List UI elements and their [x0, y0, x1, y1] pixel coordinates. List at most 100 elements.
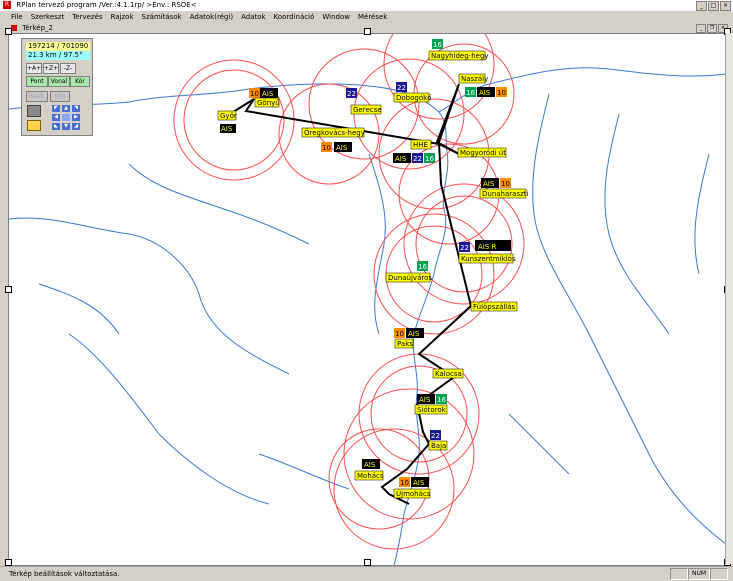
station-mohacs-label: Mohács: [357, 472, 384, 480]
station-kunszent-label: Kunszentmiklós: [461, 255, 516, 263]
info-button[interactable]: Info: [50, 91, 70, 102]
station-baja-label: Baja: [431, 442, 446, 450]
station-gyor-label: Győr: [220, 111, 237, 120]
coordinate-readout: 197214 / 701090: [26, 42, 90, 51]
circle-mode-button[interactable]: Kör: [70, 76, 90, 87]
station-hhe-label: HHE: [413, 141, 428, 149]
menu-window[interactable]: Window: [318, 11, 354, 23]
menu-adatok[interactable]: Adatok: [237, 11, 269, 23]
map-tool-panel: 197214 / 701090 21.3 km / 97.5° +A+ +Z+ …: [21, 38, 93, 136]
station-gonyu-ch10: 10: [250, 90, 259, 98]
station-hhe-ais: AIS: [395, 155, 407, 163]
pan-down-left-icon[interactable]: ◣: [52, 123, 60, 130]
menu-koordinacio[interactable]: Koordináció: [270, 11, 319, 23]
app-title-bar: R RPlan tervező program /Ver.:4.1.1rp/ >…: [0, 0, 733, 11]
station-ujmohacs-label: Újmohács: [396, 489, 431, 498]
map-canvas[interactable]: Győr AIS 10 AIS Gönyű Öregkovács-hegy 10…: [8, 33, 727, 566]
station-naszaly-ch10: 10: [497, 89, 506, 97]
status-num-indicator: NUM: [688, 568, 710, 580]
station-mohacs-ais: AIS: [364, 461, 376, 469]
resize-handle-tl[interactable]: [5, 28, 12, 35]
menu-rajzok[interactable]: Rajzok: [107, 11, 138, 23]
resize-handle-ml[interactable]: [5, 286, 12, 293]
scale-readout: 21.3 km / 97.5°: [26, 51, 90, 60]
station-dunaujvaros-label: Dunaújváros: [388, 274, 432, 282]
resize-handle-bl[interactable]: [5, 559, 12, 566]
menu-bar: File Szerkeszt Tervezés Rajzok Számításo…: [0, 11, 733, 23]
station-ujmohacs-ch10: 10: [400, 479, 409, 487]
station-kunszent-ch22: 22: [460, 244, 469, 252]
station-hhe-ch16: 16: [425, 155, 434, 163]
resize-handle-tc[interactable]: [364, 28, 371, 35]
station-paks-ais: AIS: [408, 330, 420, 338]
menu-szamitasok[interactable]: Számítások: [138, 11, 186, 23]
line-mode-button[interactable]: Vonal: [48, 76, 70, 87]
station-gerecse-label: Gerecse: [353, 106, 382, 114]
child-minimize-icon[interactable]: _: [696, 24, 706, 33]
app-icon: R: [3, 1, 11, 9]
river-network: [9, 67, 726, 565]
zoom-out-button[interactable]: -Z-: [60, 63, 76, 74]
station-gyor-ais: AIS: [221, 125, 233, 133]
status-bar: Térkép beállítások változtatása. NUM: [0, 566, 733, 581]
window-controls: _ □ ×: [696, 1, 731, 11]
menu-file[interactable]: File: [0, 11, 27, 23]
station-paks-label: Paks: [397, 340, 413, 348]
pan-left-icon[interactable]: ◀: [52, 114, 60, 121]
station-nagyhideg-ch16: 16: [433, 41, 442, 49]
zoom-all-button[interactable]: +A+: [26, 63, 42, 74]
station-hhe-ch22: 22: [413, 155, 422, 163]
station-gonyu-label: Gönyű: [257, 98, 280, 107]
station-fulopszallas-label: Fülöpszállás: [473, 303, 516, 311]
child-window-title: Térkép_2: [22, 24, 54, 32]
station-siotorok-ch16: 16: [437, 396, 446, 404]
station-dobogoko-ch22: 22: [397, 84, 406, 92]
station-dunaharaszti-ch10: 10: [501, 180, 510, 188]
menu-szerkeszt[interactable]: Szerkeszt: [27, 11, 68, 23]
settings-button[interactable]: Beáll.: [26, 91, 48, 102]
status-cell-empty: [670, 568, 688, 580]
print-icon[interactable]: [27, 105, 41, 117]
menu-tervezes[interactable]: Tervezés: [68, 11, 106, 23]
station-mogyorodi-label: Mogyoródi út: [460, 149, 506, 157]
status-cell-empty-2: [710, 568, 728, 580]
pan-down-right-icon[interactable]: ◢: [72, 123, 80, 130]
pan-up-right-icon[interactable]: ◥: [72, 105, 80, 112]
menu-meresek[interactable]: Mérések: [354, 11, 391, 23]
station-gerecse-ch22: 22: [347, 90, 356, 98]
station-baja-ch22: 22: [431, 432, 440, 440]
resize-handle-bc[interactable]: [364, 559, 371, 566]
station-naszaly-label: Naszály: [461, 75, 488, 83]
maximize-icon[interactable]: □: [708, 1, 719, 11]
child-restore-icon[interactable]: ❐: [707, 24, 717, 33]
station-naszaly-ais: AIS: [479, 89, 491, 97]
pan-down-icon[interactable]: ▼: [62, 123, 70, 130]
station-kunszent-aisr: AIS R: [478, 243, 497, 251]
station-oregkovacs-ais: AIS: [336, 144, 348, 152]
station-dunaharaszti-label: Dunaharaszti: [482, 190, 529, 198]
pan-up-icon[interactable]: ▲: [62, 105, 70, 112]
station-dunaujvaros-ch16: 16: [418, 263, 427, 271]
station-dunaharaszti-ais: AIS: [483, 180, 495, 188]
pan-center-icon[interactable]: [62, 114, 70, 121]
zoom-in-button[interactable]: +Z+: [43, 63, 59, 74]
station-oregkovacs-ch10: 10: [322, 144, 331, 152]
station-naszaly-ch16: 16: [466, 89, 475, 97]
station-gonyu-ais: AIS: [262, 90, 274, 98]
station-siotorok-ais: AIS: [419, 396, 431, 404]
minimize-icon[interactable]: _: [696, 1, 707, 11]
pan-right-icon[interactable]: ▶: [72, 114, 80, 121]
app-title: RPlan tervező program /Ver.:4.1.1rp/ >En…: [16, 1, 197, 9]
vertical-scrollbar[interactable]: [725, 33, 733, 564]
station-oregkovacs-label: Öregkovács-hegy: [304, 128, 365, 137]
point-mode-button[interactable]: Pont: [26, 76, 48, 87]
pan-up-left-icon[interactable]: ◤: [52, 105, 60, 112]
menu-adatok-regi[interactable]: Adatok(régi): [186, 11, 237, 23]
station-ujmohacs-ais: AIS: [413, 479, 425, 487]
station-siotorok-label: Siótorok: [417, 406, 447, 414]
status-message: Térkép beállítások változtatása.: [9, 570, 120, 578]
close-icon[interactable]: ×: [720, 1, 731, 11]
folder-icon[interactable]: [27, 120, 41, 131]
station-dobogoko-label: Dobogókő: [396, 93, 431, 102]
station-kalocsa-label: Kalocsa: [435, 370, 462, 378]
